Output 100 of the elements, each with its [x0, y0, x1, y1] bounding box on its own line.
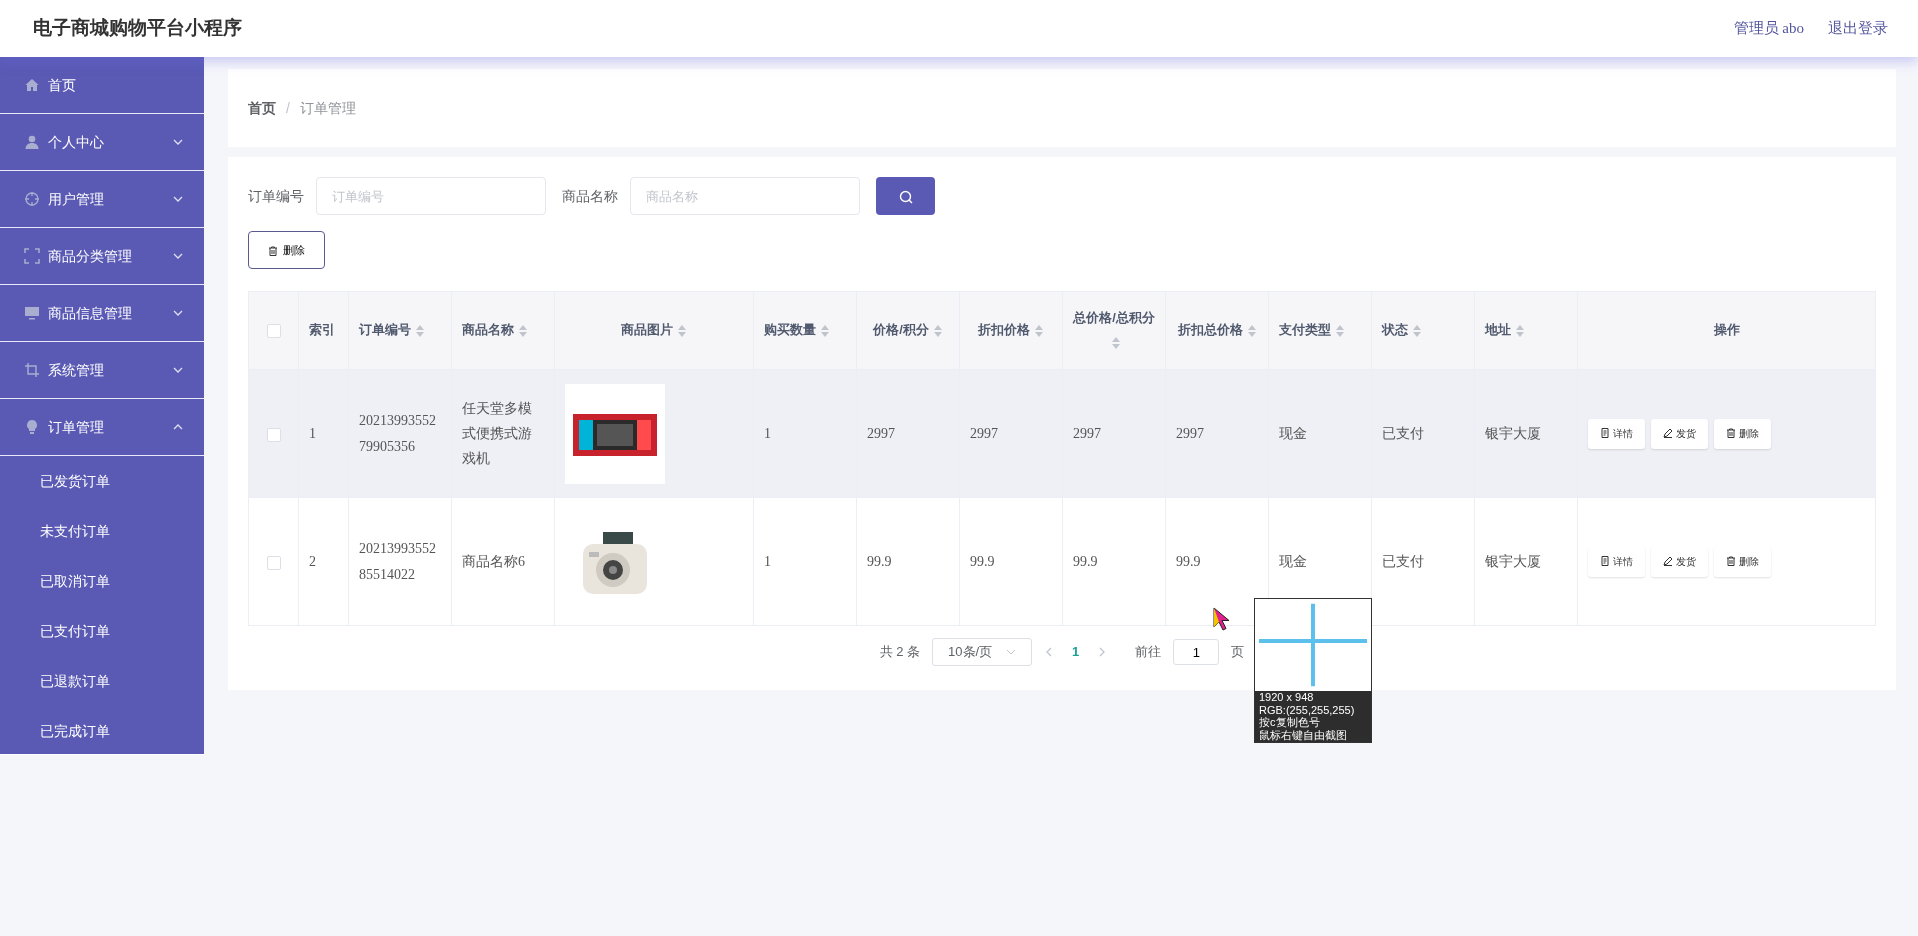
search-field[interactable]: 订单编号: [316, 177, 546, 215]
page-number[interactable]: 1: [1066, 641, 1086, 663]
goto-suffix: 页: [1231, 643, 1245, 662]
submenu-item[interactable]: 已完成订单: [0, 706, 204, 756]
sidebar-item[interactable]: 商品信息管理: [0, 285, 204, 342]
submenu-item[interactable]: 已退款订单: [0, 656, 204, 706]
column-header[interactable]: 商品名称: [451, 291, 555, 370]
column-header[interactable]: 订单编号: [348, 291, 452, 370]
sort-icon: [932, 323, 943, 338]
column-header[interactable]: 折扣总价格: [1165, 291, 1269, 370]
table-row[interactable]: 1 2021399355279905356 任天堂多模式便携式游戏机 1 2997 2997 2997 2997 现金 已支付 银宇大厦 详情 发货 删除: [248, 369, 1876, 498]
search-icon: [898, 189, 913, 204]
crop-icon: [24, 362, 40, 378]
column-header[interactable]: 价格/积分: [856, 291, 960, 370]
table-cell: 2997: [970, 425, 998, 441]
submenu-item[interactable]: 已发货订单: [0, 456, 204, 506]
table-cell: 现金: [1279, 425, 1307, 441]
crosshair-icon: [24, 191, 40, 207]
document-icon: [1600, 427, 1610, 438]
picker-text: 1920 x 948: [1258, 691, 1315, 704]
column-header[interactable]: 折扣价格: [959, 291, 1063, 370]
row-action-button[interactable]: 详情: [1588, 418, 1645, 449]
pen-icon: [1663, 555, 1673, 566]
sort-icon: [518, 323, 528, 338]
logout-link[interactable]: 退出登录: [1828, 17, 1888, 40]
sidebar-item[interactable]: 订单管理: [0, 399, 204, 456]
breadcrumb-separator: /: [286, 98, 290, 118]
column-header: 索引: [298, 291, 349, 370]
delete-button[interactable]: 删除: [248, 231, 325, 269]
column-header[interactable]: 支付类型: [1268, 291, 1372, 370]
caret-icon: [1006, 647, 1017, 657]
sidebar-item[interactable]: 首页: [0, 57, 204, 114]
checkbox[interactable]: [266, 427, 281, 442]
table-cell: 2997: [867, 425, 895, 441]
row-action-button[interactable]: 发货: [1651, 418, 1708, 449]
search-field[interactable]: 商品名称: [630, 177, 860, 215]
table-cell: 99.9: [867, 553, 892, 569]
table-cell: 1: [764, 425, 771, 441]
column-header[interactable]: 商品图片: [554, 291, 754, 370]
table-cell: 已支付: [1382, 425, 1424, 441]
column-header[interactable]: 地址: [1474, 291, 1578, 370]
pen-icon: [1663, 427, 1673, 438]
table-cell: 99.9: [970, 553, 995, 569]
document-icon: [1600, 555, 1610, 566]
total-count: 共 2 条: [879, 643, 921, 662]
sort-icon: [1034, 323, 1044, 338]
table-cell: 2997: [1073, 425, 1101, 441]
table-row[interactable]: 2 2021399355285514022 商品名称6 1 99.9 99.9 99.9 99.9 现金 已支付 银宇大厦 详情 发货 删除: [248, 497, 1876, 626]
sidebar-item[interactable]: 个人中心: [0, 114, 204, 171]
table-cell: 99.9: [1176, 553, 1201, 569]
table-cell: 99.9: [1073, 553, 1098, 569]
submenu-item[interactable]: 已支付订单: [0, 606, 204, 656]
page-input[interactable]: 1: [1173, 639, 1220, 665]
table-cell: 任天堂多模式便携式游戏机: [462, 400, 532, 467]
table-cell: 2: [309, 553, 316, 569]
table-cell: 2021399355285514022: [359, 541, 436, 582]
row-action-button[interactable]: 发货: [1651, 546, 1708, 577]
breadcrumb-item: 订单管理: [299, 98, 356, 118]
table-cell: 1: [309, 425, 316, 441]
table-cell: 银宇大厦: [1485, 553, 1541, 569]
page-size-select[interactable]: 10条/页: [932, 638, 1033, 666]
row-action-button[interactable]: 删除: [1714, 546, 1771, 577]
cursor-icon: [1213, 607, 1231, 631]
sidebar-item[interactable]: 用户管理: [0, 171, 204, 228]
row-action-button[interactable]: 删除: [1714, 418, 1771, 449]
submenu-item[interactable]: 未支付订单: [0, 506, 204, 556]
table-cell: 2997: [1176, 425, 1204, 441]
row-action-button[interactable]: 详情: [1588, 546, 1645, 577]
sidebar-item[interactable]: 系统管理: [0, 342, 204, 399]
breadcrumb-item[interactable]: 首页: [248, 97, 276, 119]
sort-icon: [1515, 323, 1525, 338]
sort-icon: [1412, 323, 1422, 338]
trash-icon: [1726, 427, 1736, 438]
frame-icon: [24, 248, 40, 264]
sort-icon: [677, 323, 687, 338]
column-header[interactable]: 状态: [1371, 291, 1475, 370]
table-cell: 已支付: [1382, 553, 1424, 569]
search-button[interactable]: [876, 177, 935, 215]
checkbox[interactable]: [266, 555, 281, 570]
submenu-item[interactable]: 已取消订单: [0, 556, 204, 606]
user-link[interactable]: 管理员 abo: [1733, 17, 1804, 40]
sort-icon: [820, 323, 830, 338]
sort-icon: [1111, 336, 1121, 351]
goto-label: 前往: [1135, 643, 1162, 662]
table-cell: 现金: [1279, 553, 1307, 569]
column-header[interactable]: 购买数量: [753, 291, 857, 370]
picker-text: RGB:(255,255,255): [1258, 703, 1356, 717]
field-label: 商品名称: [562, 186, 618, 206]
column-header: 操作: [1577, 291, 1876, 370]
bulb-icon: [24, 419, 40, 435]
monitor-icon: [24, 305, 40, 321]
table-cell: 银宇大厦: [1485, 425, 1541, 441]
sort-icon: [415, 323, 425, 338]
table-cell: 1: [764, 553, 771, 569]
checkbox[interactable]: [266, 323, 281, 338]
column-header[interactable]: 总价格/总积分: [1062, 291, 1166, 370]
table-cell: 2021399355279905356: [359, 413, 436, 454]
sort-icon: [1246, 323, 1257, 338]
trash-icon: [1726, 555, 1736, 566]
sidebar-item[interactable]: 商品分类管理: [0, 228, 204, 285]
